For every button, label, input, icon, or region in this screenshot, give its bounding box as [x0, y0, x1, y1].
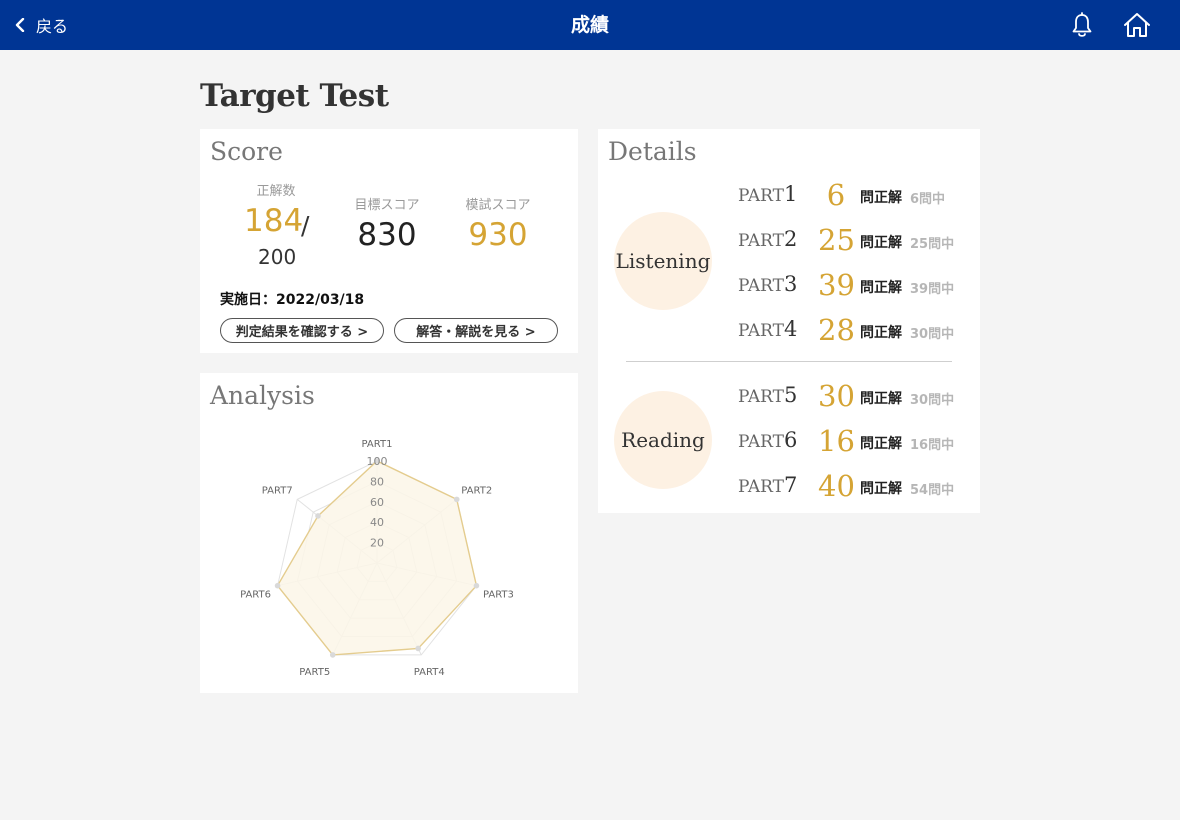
- page-title: Target Test: [200, 78, 389, 114]
- radar-category-label: PART7: [262, 485, 293, 496]
- radar-point: [415, 645, 421, 652]
- part-label: PART: [738, 387, 784, 407]
- part-correct-unit: 問正解: [860, 325, 902, 341]
- radar-tick-label: 40: [370, 516, 384, 529]
- part-question-total: 6問中: [910, 192, 946, 207]
- score-slash: /: [301, 211, 310, 240]
- radar-category-label: PART2: [461, 485, 492, 496]
- part-number: 7: [784, 473, 798, 497]
- back-label: 戻る: [36, 17, 69, 36]
- part-correct-unit: 問正解: [860, 481, 902, 497]
- part-number: 2: [784, 227, 798, 251]
- radar-tick-label: 80: [370, 475, 384, 488]
- correct-total-value: 200: [258, 245, 297, 269]
- home-icon[interactable]: [1122, 11, 1152, 39]
- part-number: 1: [784, 182, 798, 206]
- radar-tick-label: 20: [370, 537, 384, 550]
- radar-chart: 20 40 60 80 100 PART1 PART2 PART3 PART4 PART5 PART…: [240, 439, 514, 678]
- part-number: 3: [784, 272, 798, 296]
- part-row: PART 5 30 問正解 30問中: [738, 379, 968, 413]
- analysis-card: Analysis 20 40 60 80 100 PART1 PART2 PART3 PART4…: [200, 373, 578, 693]
- part-question-total: 25問中: [910, 237, 955, 252]
- mock-score-label: 模試スコア: [465, 198, 531, 213]
- part-label: PART: [738, 231, 784, 251]
- score-card: Score 正解数 184 / 200 目標スコア 830 模試スコア 930 …: [200, 129, 578, 353]
- page-header-title: 成績: [570, 14, 609, 36]
- radar-tick-label: 60: [370, 496, 384, 509]
- part-row: PART 6 16 問正解 16問中: [738, 424, 968, 458]
- score-card-title: Score: [210, 137, 283, 166]
- part-question-total: 30問中: [910, 393, 955, 408]
- part-correct-unit: 問正解: [860, 190, 902, 206]
- bell-icon[interactable]: [1070, 12, 1094, 38]
- part-row: PART 7 40 問正解 54問中: [738, 469, 968, 503]
- top-bar: 戻る 成績: [0, 0, 1180, 50]
- radar-category-label: PART5: [299, 667, 330, 678]
- part-correct-count: 39: [818, 268, 855, 302]
- radar-category-label: PART4: [414, 667, 445, 678]
- part-number: 4: [784, 317, 798, 341]
- part-row: PART 2 25 問正解 25問中: [738, 223, 968, 257]
- part-label: PART: [738, 432, 784, 452]
- part-correct-unit: 問正解: [860, 391, 902, 407]
- target-score-value: 830: [357, 217, 417, 253]
- part-row: PART 1 6 問正解 6問中: [738, 178, 968, 212]
- part-correct-count: 6: [826, 178, 846, 212]
- radar-series-area: [276, 460, 478, 656]
- view-judgement-button[interactable]: 判定結果を確認する >: [220, 318, 384, 343]
- correct-count-label: 正解数: [256, 184, 296, 199]
- radar-point: [473, 582, 480, 589]
- radar-point: [274, 582, 281, 589]
- back-button[interactable]: 戻る: [14, 0, 68, 50]
- section-divider: [626, 361, 952, 362]
- part-correct-count: 28: [818, 313, 855, 347]
- target-score-label: 目標スコア: [354, 198, 420, 213]
- chevron-left-icon: [15, 18, 25, 32]
- part-correct-count: 25: [818, 223, 855, 257]
- part-number: 5: [784, 383, 798, 407]
- reading-circle: Reading: [614, 391, 712, 489]
- correct-count-value: 184: [244, 203, 304, 239]
- radar-category-label: PART1: [362, 439, 393, 450]
- part-label: PART: [738, 276, 784, 296]
- part-correct-unit: 問正解: [860, 235, 902, 251]
- listening-circle: Listening: [614, 212, 712, 310]
- part-question-total: 16問中: [910, 438, 955, 453]
- mock-score-value: 930: [468, 217, 528, 253]
- part-correct-unit: 問正解: [860, 436, 902, 452]
- part-row: PART 3 39 問正解 39問中: [738, 268, 968, 302]
- part-question-total: 54問中: [910, 483, 955, 498]
- part-correct-count: 16: [818, 424, 855, 458]
- radar-category-label: PART3: [483, 590, 514, 601]
- details-card: Details Listening PART 1 6 問正解 6問中 PART …: [598, 129, 980, 513]
- part-question-total: 30問中: [910, 327, 955, 342]
- part-label: PART: [738, 477, 784, 497]
- part-correct-count: 30: [818, 379, 855, 413]
- part-question-total: 39問中: [910, 282, 955, 297]
- radar-category-label: PART6: [240, 590, 271, 601]
- part-label: PART: [738, 186, 784, 206]
- test-date: 実施日：2022/03/18: [220, 292, 365, 308]
- radar-point: [329, 652, 336, 658]
- part-correct-unit: 問正解: [860, 280, 902, 296]
- radar-point: [315, 513, 321, 519]
- details-card-title: Details: [608, 137, 697, 166]
- part-correct-count: 40: [818, 469, 855, 503]
- part-row: PART 4 28 問正解 30問中: [738, 313, 968, 347]
- part-number: 6: [784, 428, 798, 452]
- part-label: PART: [738, 321, 784, 341]
- radar-point: [453, 496, 460, 503]
- radar-tick-label: 100: [367, 455, 388, 468]
- view-answers-button[interactable]: 解答・解説を見る >: [394, 318, 558, 343]
